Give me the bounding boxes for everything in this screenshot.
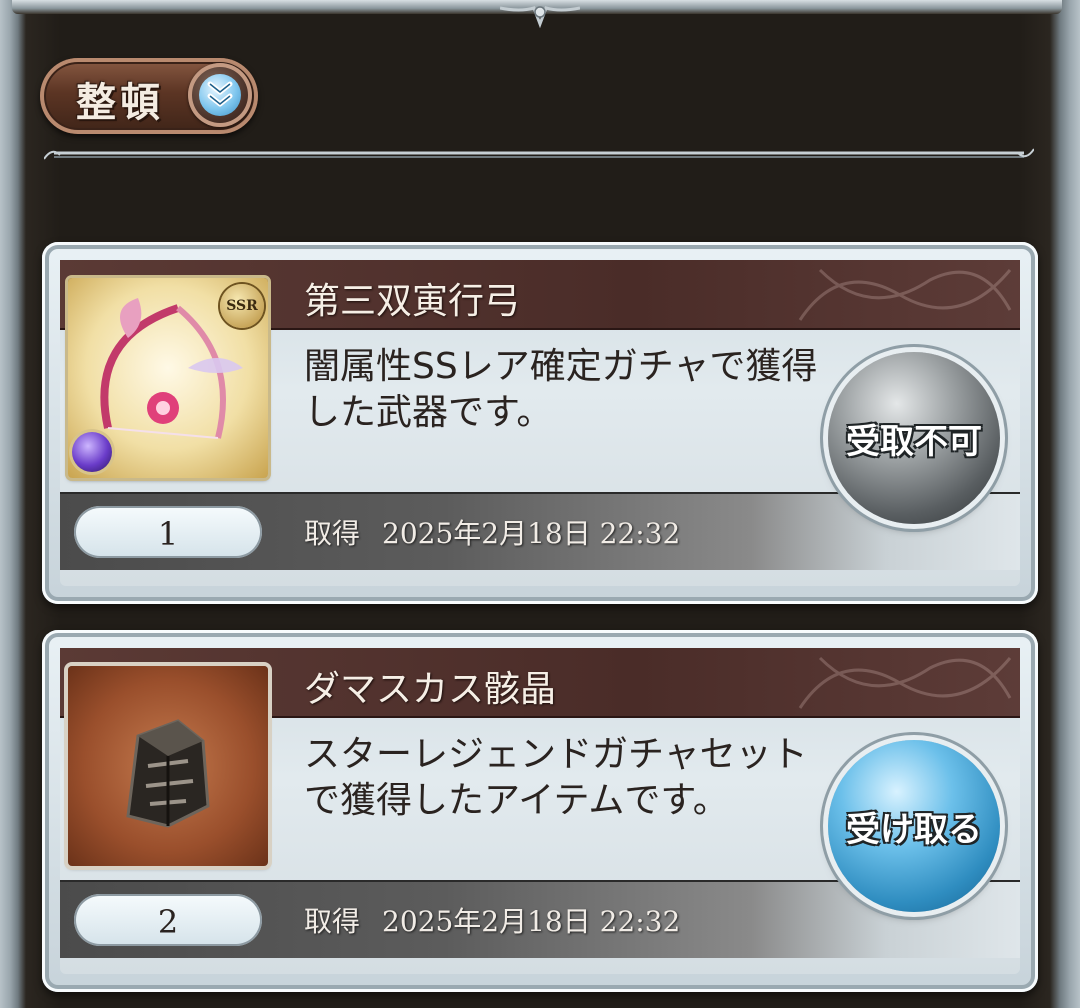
acquired-date: 2025年2月18日 22:32	[382, 905, 681, 938]
item-thumbnail: SSR	[68, 278, 268, 478]
acquired-label: 取得	[304, 905, 361, 938]
sort-button[interactable]: 整頓	[40, 58, 258, 134]
dark-element-icon	[72, 432, 112, 472]
present-card: SSR 第三双寅行弓 闇属性SSレア確定ガチャで獲得した武器です。 1 取得 20…	[42, 242, 1038, 604]
header-divider	[44, 148, 1034, 160]
acquired-info: 取得 2025年2月18日 22:32	[304, 900, 680, 940]
rarity-label: SSR	[226, 298, 258, 314]
top-ornament-icon	[500, 6, 580, 29]
sort-toggle-button[interactable]	[188, 63, 252, 127]
acquired-info: 取得 2025年2月18日 22:32	[304, 512, 680, 552]
receive-button-label: 受取不可	[846, 422, 982, 462]
item-name: ダマスカス骸晶	[304, 669, 557, 710]
double-chevron-down-icon	[207, 81, 233, 107]
quantity-value: 1	[157, 515, 179, 553]
damascus-crystal-icon	[126, 719, 210, 828]
rarity-badge: SSR	[220, 284, 264, 328]
receive-unavailable-button[interactable]: 受取不可	[828, 352, 1000, 524]
list-panel: 整頓 SSR 第三双寅行弓 闇属性SSレア確定ガチャで獲得した武器です。 1 取…	[0, 0, 1080, 1008]
quantity-pill: 1	[74, 506, 262, 558]
receive-button-label: 受け取る	[846, 810, 982, 850]
acquired-date: 2025年2月18日 22:32	[382, 517, 681, 550]
acquired-label: 取得	[304, 517, 361, 550]
lace-ornament-icon	[798, 656, 1012, 709]
present-card: ダマスカス骸晶 スターレジェンドガチャセットで獲得したアイテムです。 2 取得 2…	[42, 630, 1038, 992]
item-name: 第三双寅行弓	[304, 281, 521, 322]
sort-label: 整頓	[76, 79, 164, 126]
receive-button[interactable]: 受け取る	[828, 740, 1000, 912]
quantity-pill: 2	[74, 894, 262, 946]
item-description: 闇属性SSレア確定ガチャで獲得した武器です。	[304, 346, 818, 433]
lace-ornament-icon	[798, 268, 1012, 321]
item-thumbnail	[68, 666, 268, 866]
item-description: スターレジェンドガチャセットで獲得したアイテムです。	[304, 734, 808, 821]
quantity-value: 2	[157, 903, 179, 941]
